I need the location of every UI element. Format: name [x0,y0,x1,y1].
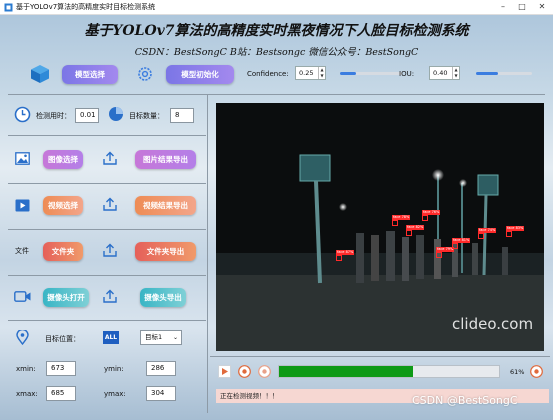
clock-icon [14,106,31,123]
detection-box: face 83% [506,226,525,237]
divider [207,95,208,413]
xmin-field: 673 [46,361,76,376]
detection-label: face 74% [478,228,497,233]
page-title: 基于YOLOv7算法的高精度实时黑夜情况下人脸目标检测系统 [84,23,469,39]
footer-watermark: CSDN @BestSongC [412,394,518,407]
video-export-button[interactable]: 视频结果导出 [135,196,196,215]
ymax-field: 304 [146,386,176,401]
spin-arrows-icon[interactable]: ▲ ▼ [318,67,325,79]
window-title-bar: 基于YOLOv7算法的高精度实时目标检测系统 – □ ✕ [0,0,553,15]
divider [8,94,545,95]
iou-value: 0.40 [433,69,448,77]
upload-icon[interactable] [103,289,117,303]
divider [8,320,206,321]
folder-side-label: 文件 [15,247,29,255]
video-watermark: clideo.com [452,315,534,333]
divider [8,275,206,276]
video-progress-bar [278,365,500,378]
image-export-button[interactable]: 图片结果导出 [135,150,196,169]
confidence-value: 0.25 [299,69,314,77]
maximize-icon[interactable]: □ [515,1,529,13]
detection-label: face 76% [422,210,441,215]
record-icon[interactable] [258,365,271,378]
camera-open-button[interactable]: 摄像头打开 [43,288,89,307]
gear-icon [138,67,152,81]
confidence-slider[interactable] [340,72,402,75]
divider [210,356,550,357]
target-count-field: 8 [170,108,194,123]
divider [8,183,206,184]
folder-open-button[interactable]: 文件夹 [43,242,83,261]
xmin-label: xmin: [16,365,36,373]
all-badge[interactable]: ALL [103,331,119,344]
play-icon[interactable] [218,365,231,378]
divider [8,229,206,230]
progress-fill [279,366,414,377]
detection-box: face 87% [336,250,355,261]
target-select[interactable]: 目标1 ⌄ [140,330,182,345]
record-stop-icon[interactable] [530,365,543,378]
app-icon [4,3,13,12]
stop-icon[interactable] [238,365,251,378]
pie-chart-icon [109,107,123,121]
ymin-field: 286 [146,361,176,376]
ymin-label: ymin: [104,365,124,373]
confidence-label: Confidence: [247,70,289,78]
model-init-button[interactable]: 模型初始化 [166,65,234,84]
model-select-button[interactable]: 模型选择 [62,65,118,84]
iou-slider-fill [476,72,499,75]
detection-label: face 82% [406,225,425,230]
divider [8,135,206,136]
target-select-value: 目标1 [145,333,163,341]
detection-box: face 82% [406,225,425,236]
upload-icon[interactable] [103,243,117,257]
video-display: face 87% face 78% face 82% face 76% face… [216,103,544,351]
chevron-down-icon: ⌄ [172,334,178,341]
xmax-label: xmax: [16,390,38,398]
close-icon[interactable]: ✕ [535,1,549,13]
target-count-label: 目标数量： [129,112,164,120]
iou-spinbox[interactable]: 0.40 ▲ ▼ [429,66,460,80]
detection-box: face 76% [422,210,441,221]
video-select-button[interactable]: 视频选择 [43,196,83,215]
location-pin-icon [16,330,29,345]
detection-box: face 78% [392,215,411,226]
progress-percent: 61% [510,368,525,376]
camera-export-button[interactable]: 摄像头导出 [140,288,186,307]
iou-slider[interactable] [476,72,532,75]
iou-label: IOU: [399,70,415,78]
detect-time-label: 检测用时： [36,112,71,120]
spin-arrows-icon[interactable]: ▲ ▼ [452,67,459,79]
detect-time-field: 0.01 [75,108,99,123]
confidence-spinbox[interactable]: 0.25 ▲ ▼ [295,66,326,80]
detection-box: face 74% [478,228,497,239]
position-label: 目标位置： [45,335,80,343]
image-select-button[interactable]: 图像选择 [43,150,83,169]
ymax-label: ymax: [104,390,126,398]
confidence-slider-fill [340,72,356,75]
detection-label: face 83% [506,226,525,231]
folder-export-button[interactable]: 文件夹导出 [135,242,196,261]
minimize-icon[interactable]: – [496,1,510,13]
detection-label: face 87% [336,250,355,255]
window-title: 基于YOLOv7算法的高精度实时目标检测系统 [16,3,156,11]
video-frame-scene [216,103,544,351]
camera-icon [14,291,31,302]
cube-icon [31,65,49,83]
image-icon [15,152,30,165]
xmax-field: 685 [46,386,76,401]
detection-box: face 81% [452,238,471,249]
detection-label: face 81% [452,238,471,243]
upload-icon[interactable] [103,197,117,211]
page-subtitle: CSDN：BestSongC B站：Bestsongc 微信公众号：BestSo… [134,47,419,58]
upload-icon[interactable] [103,151,117,165]
detection-box: face 79% [436,247,455,258]
detection-label: face 78% [392,215,411,220]
video-icon [15,199,30,212]
